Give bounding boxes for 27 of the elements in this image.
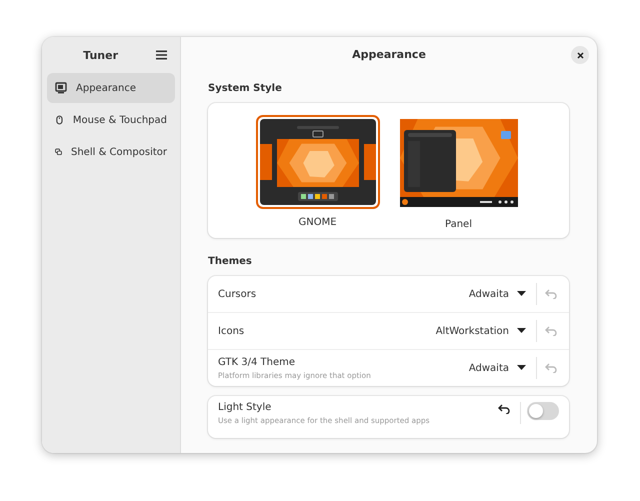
sidebar-item[interactable]: Mouse & Touchpad bbox=[47, 105, 175, 135]
close-icon bbox=[576, 52, 584, 58]
close-button[interactable] bbox=[571, 46, 589, 64]
theme-dropdown[interactable]: AltWorkstation bbox=[436, 326, 536, 336]
display-icon bbox=[55, 82, 67, 94]
row-label: Light Style bbox=[218, 402, 272, 413]
menu-button[interactable] bbox=[154, 48, 169, 62]
sidebar-item[interactable]: Appearance bbox=[47, 73, 175, 103]
sidebar-title: Tuner bbox=[83, 48, 118, 62]
reset-button[interactable] bbox=[496, 402, 512, 416]
row-label: Cursors bbox=[218, 288, 258, 300]
caret-icon bbox=[517, 365, 526, 371]
row-label: Icons bbox=[218, 326, 246, 336]
theme-dropdown[interactable]: Adwaita bbox=[468, 288, 536, 300]
section-heading: Themes bbox=[208, 256, 253, 267]
style-label: GNOME bbox=[298, 217, 337, 228]
sidebar-item[interactable]: Shell & Compositor bbox=[47, 137, 175, 167]
section-heading: System Style bbox=[208, 83, 283, 94]
windows-icon bbox=[55, 146, 62, 158]
mouse-icon bbox=[55, 114, 64, 126]
row-label: GTK 3/4 Theme bbox=[218, 356, 296, 368]
style-label: Panel bbox=[445, 219, 472, 230]
caret-icon bbox=[517, 291, 526, 297]
caret-icon bbox=[517, 328, 526, 334]
theme-dropdown[interactable]: Adwaita bbox=[468, 362, 536, 374]
page-title: Appearance bbox=[352, 48, 426, 60]
toggle-switch[interactable] bbox=[527, 402, 559, 420]
